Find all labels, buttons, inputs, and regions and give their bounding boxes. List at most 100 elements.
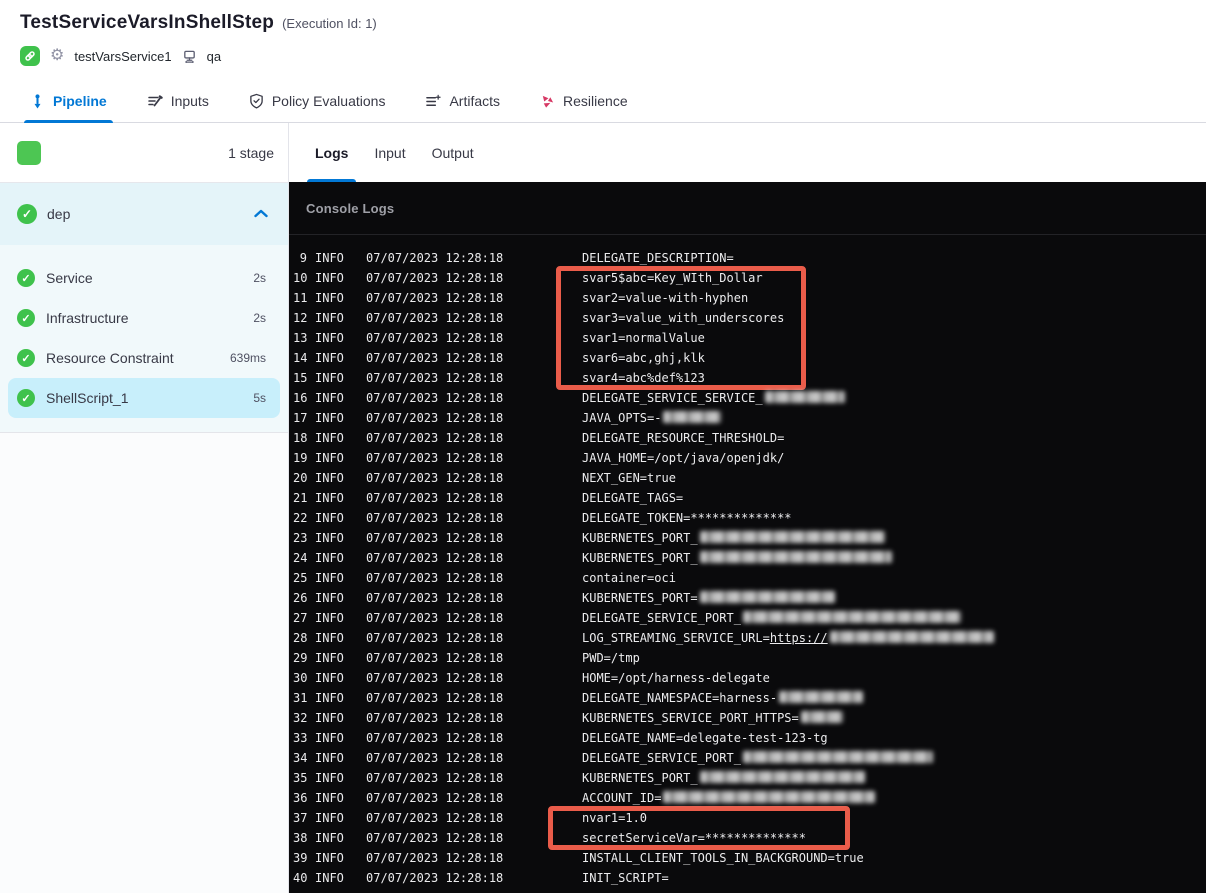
success-check-icon: ✓	[17, 204, 37, 224]
log-line-number: 10	[293, 271, 308, 285]
log-timestamp: 07/07/2023 12:28:18	[366, 651, 504, 665]
log-level: INFO	[315, 491, 344, 505]
log-message: DELEGATE_TAGS=	[582, 491, 684, 505]
stage-summary-row: 1 stage	[0, 123, 288, 183]
log-level: INFO	[315, 291, 344, 305]
log-message: DELEGATE_DESCRIPTION=	[582, 251, 734, 265]
redacted-value	[663, 411, 722, 423]
log-line-number: 37	[293, 811, 308, 825]
sidebar-item-infrastructure[interactable]: ✓ Infrastructure 2s	[8, 298, 280, 338]
page-title: TestServiceVarsInShellStep	[20, 12, 275, 33]
log-timestamp: 07/07/2023 12:28:18	[366, 711, 504, 725]
log-message: svar1=normalValue	[582, 331, 705, 345]
tab-artifacts[interactable]: Artifacts	[425, 80, 500, 122]
log-message: svar4=abc%def%123	[582, 371, 705, 385]
log-message: JAVA_HOME=/opt/java/openjdk/	[582, 451, 785, 465]
log-level: INFO	[315, 331, 344, 345]
log-message: svar5$abc=Key_WIth_Dollar	[582, 271, 763, 285]
console-header: Console Logs	[289, 182, 1206, 235]
step-duration: 639ms	[229, 351, 266, 365]
execution-sidebar: 1 stage ✓ dep ✓ Service 2s ✓ Infrastructure 2…	[0, 123, 289, 893]
log-line-number: 12	[293, 311, 308, 325]
log-line: 35 INFO 07/07/2023 12:28:18 KUBERNETES_PORT…	[289, 768, 1206, 788]
tab-inputs[interactable]: Inputs	[147, 80, 209, 122]
log-message: INSTALL_CLIENT_TOOLS_IN_BACKGROUND=true	[582, 851, 864, 865]
stage-count-label: 1 stage	[228, 144, 274, 161]
redacted-value	[764, 391, 845, 403]
log-line-number: 15	[293, 371, 308, 385]
success-check-icon: ✓	[17, 269, 35, 287]
redacted-value	[742, 611, 961, 623]
tab-pipeline[interactable]: Pipeline	[24, 80, 113, 123]
tab-output[interactable]: Output	[432, 123, 474, 182]
log-level: INFO	[315, 791, 344, 805]
log-level: INFO	[315, 511, 344, 525]
log-message: PWD=/tmp	[582, 651, 640, 665]
log-message: svar6=abc,ghj,klk	[582, 351, 705, 365]
log-timestamp: 07/07/2023 12:28:18	[366, 511, 504, 525]
sidebar-item-shellscript-1[interactable]: ✓ ShellScript_1 5s	[8, 378, 280, 418]
log-timestamp: 07/07/2023 12:28:18	[366, 631, 504, 645]
log-line-number: 31	[293, 691, 308, 705]
log-level: INFO	[315, 651, 344, 665]
chevron-up-icon[interactable]	[254, 205, 268, 223]
log-timestamp: 07/07/2023 12:28:18	[366, 451, 504, 465]
log-message: KUBERNETES_SERVICE_PORT_HTTPS=	[582, 711, 843, 725]
console-log-area[interactable]: 9 INFO 07/07/2023 12:28:18 DELEGATE_DESCRIP…	[289, 235, 1206, 893]
log-line: 10 INFO 07/07/2023 12:28:18 svar5$abc=Key_W…	[289, 268, 1206, 288]
log-line: 21 INFO 07/07/2023 12:28:18 DELEGATE_TAGS=	[289, 488, 1206, 508]
log-timestamp: 07/07/2023 12:28:18	[366, 691, 504, 705]
log-line-number: 39	[293, 851, 308, 865]
sidebar-empty-area	[0, 433, 288, 893]
tab-input[interactable]: Input	[374, 123, 405, 182]
console: Console Logs 9 INFO 07/07/2023 12:28:18 DEL…	[289, 182, 1206, 893]
log-line-number: 13	[293, 331, 308, 345]
tab-policy-evaluations-label: Policy Evaluations	[271, 93, 386, 109]
tab-logs[interactable]: Logs	[306, 123, 358, 182]
log-message: DELEGATE_SERVICE_SERVICE_	[582, 391, 845, 405]
log-message: nvar1=1.0	[582, 811, 648, 825]
log-line-number: 24	[293, 551, 308, 565]
log-level: INFO	[315, 431, 344, 445]
stage-group-dep[interactable]: ✓ dep	[0, 183, 288, 245]
log-line: 24 INFO 07/07/2023 12:28:18 KUBERNETES_PORT…	[289, 548, 1206, 568]
log-level: INFO	[315, 751, 344, 765]
sidebar-item-service[interactable]: ✓ Service 2s	[8, 258, 280, 298]
log-message: DELEGATE_SERVICE_PORT_	[582, 611, 961, 625]
log-timestamp: 07/07/2023 12:28:18	[366, 571, 504, 585]
log-timestamp: 07/07/2023 12:28:18	[366, 471, 504, 485]
inputs-icon	[147, 95, 163, 107]
stage-status-square[interactable]	[17, 140, 41, 165]
log-line: 36 INFO 07/07/2023 12:28:18 ACCOUNT_ID=	[289, 788, 1206, 808]
step-duration: 2s	[253, 311, 266, 325]
log-line-number: 20	[293, 471, 308, 485]
service-name[interactable]: testVarsService1	[74, 49, 171, 64]
environment-name[interactable]: qa	[207, 49, 221, 64]
tab-resilience[interactable]: Resilience	[540, 80, 628, 122]
log-level: INFO	[315, 451, 344, 465]
log-message: secretServiceVar=**************	[582, 831, 806, 845]
log-level: INFO	[315, 471, 344, 485]
log-timestamp: 07/07/2023 12:28:18	[366, 831, 504, 845]
log-level: INFO	[315, 591, 344, 605]
log-line: 30 INFO 07/07/2023 12:28:18 HOME=/opt/harne…	[289, 668, 1206, 688]
top-tabbar: Pipeline Inputs Policy Evaluations Artif…	[0, 80, 1206, 123]
log-line: 23 INFO 07/07/2023 12:28:18 KUBERNETES_PORT…	[289, 528, 1206, 548]
redacted-value	[829, 631, 994, 643]
log-level: INFO	[315, 551, 344, 565]
log-level: INFO	[315, 611, 344, 625]
log-line-number: 32	[293, 711, 308, 725]
log-link[interactable]: https://	[770, 631, 828, 645]
log-level: INFO	[315, 831, 344, 845]
environment-icon	[183, 50, 195, 63]
step-label: Resource Constraint	[46, 350, 174, 366]
tab-policy-evaluations[interactable]: Policy Evaluations	[249, 80, 386, 122]
step-duration: 2s	[253, 271, 266, 285]
log-line: 17 INFO 07/07/2023 12:28:18 JAVA_OPTS=-	[289, 408, 1206, 428]
log-level: INFO	[315, 851, 344, 865]
log-message: NEXT_GEN=true	[582, 471, 676, 485]
log-timestamp: 07/07/2023 12:28:18	[366, 251, 504, 265]
resilience-chaos-icon	[542, 95, 554, 108]
log-line: 11 INFO 07/07/2023 12:28:18 svar2=value-wit…	[289, 288, 1206, 308]
sidebar-item-resource-constraint[interactable]: ✓ Resource Constraint 639ms	[8, 338, 280, 378]
